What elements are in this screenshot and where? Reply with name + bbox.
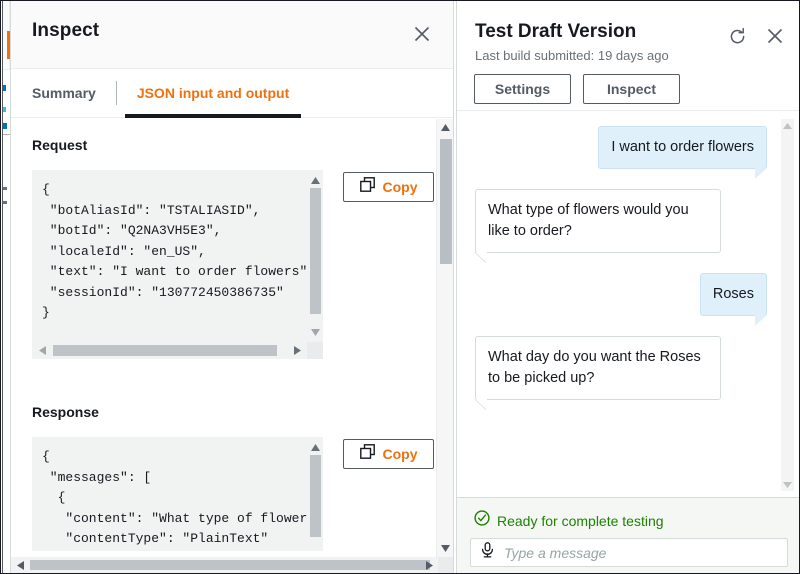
- chat-message: Roses: [475, 273, 767, 316]
- test-panel-header: Test Draft Version Last build submitted:…: [457, 1, 800, 111]
- test-draft-version-panel: Test Draft Version Last build submitted:…: [456, 1, 800, 573]
- scrollbar-thumb[interactable]: [310, 455, 321, 537]
- response-code-box[interactable]: { "messages": [ { "content": "What type …: [32, 437, 323, 551]
- scroll-right-icon[interactable]: [421, 557, 437, 573]
- app-window: Inspect Summary JSON input and output Re…: [0, 0, 800, 574]
- scroll-down-icon[interactable]: [437, 540, 454, 557]
- sliver-rule: [3, 134, 10, 135]
- inspect-button-label: Inspect: [607, 81, 656, 97]
- response-copy-button[interactable]: Copy: [343, 439, 434, 469]
- inspect-panel-body: Request { "botAliasId": "TSTALIASID", "b…: [11, 119, 454, 573]
- copy-icon: [360, 444, 375, 464]
- copy-button-label: Copy: [383, 179, 418, 195]
- sliver-divider: [3, 69, 10, 70]
- chat-bubble-bot: What day do you want the Roses to be pic…: [475, 336, 721, 400]
- request-heading: Request: [32, 137, 434, 153]
- chat-transcript: I want to order flowers What type of flo…: [457, 112, 800, 497]
- request-copy-button[interactable]: Copy: [343, 172, 434, 202]
- inspect-panel-horizontal-scrollbar[interactable]: [11, 557, 454, 573]
- copy-icon: [360, 177, 375, 197]
- chat-message: I want to order flowers: [475, 126, 767, 169]
- background-page-sliver: [1, 1, 10, 573]
- chat-message-list: I want to order flowers What type of flo…: [457, 112, 800, 400]
- request-horizontal-scrollbar[interactable]: [32, 342, 323, 359]
- page-title: Inspect: [32, 20, 99, 42]
- sliver-link-1: [3, 85, 6, 91]
- sliver-link-3: [3, 123, 7, 129]
- chat-bubble-bot: What type of flowers would you like to o…: [475, 189, 721, 253]
- response-heading: Response: [32, 404, 434, 420]
- chat-footer: Ready for complete testing Type a messag…: [457, 497, 800, 573]
- scroll-down-icon[interactable]: [781, 478, 794, 491]
- message-input-placeholder: Type a message: [504, 545, 606, 561]
- settings-button[interactable]: Settings: [474, 74, 571, 104]
- response-vertical-scrollbar[interactable]: [307, 437, 323, 551]
- scrollbar-thumb[interactable]: [310, 188, 321, 314]
- tab-summary[interactable]: Summary: [11, 69, 116, 117]
- scrollbar-corner: [307, 342, 323, 359]
- tab-summary-label: Summary: [32, 85, 96, 101]
- microphone-icon[interactable]: [481, 542, 494, 563]
- scroll-up-icon[interactable]: [307, 439, 323, 455]
- refresh-icon[interactable]: [726, 25, 748, 47]
- test-panel-title: Test Draft Version: [475, 21, 636, 43]
- request-vertical-scrollbar[interactable]: [307, 170, 323, 342]
- inspect-tabs: Summary JSON input and output: [11, 69, 453, 118]
- scroll-up-icon[interactable]: [437, 119, 454, 136]
- tab-json-label: JSON input and output: [137, 85, 289, 101]
- close-icon[interactable]: [409, 21, 435, 47]
- scroll-left-icon[interactable]: [12, 557, 28, 573]
- inspect-button[interactable]: Inspect: [583, 74, 680, 104]
- last-build-status: Last build submitted: 19 days ago: [475, 48, 669, 63]
- scroll-down-icon[interactable]: [307, 324, 323, 340]
- scroll-up-icon[interactable]: [307, 172, 323, 188]
- close-icon[interactable]: [764, 25, 786, 47]
- response-code-text: { "messages": [ { "content": "What type …: [32, 437, 307, 550]
- test-panel-buttons: Settings Inspect: [474, 74, 680, 104]
- request-code-text: { "botAliasId": "TSTALIASID", "botId": "…: [32, 170, 307, 324]
- request-row: { "botAliasId": "TSTALIASID", "botId": "…: [32, 170, 434, 359]
- scrollbar-thumb[interactable]: [30, 560, 430, 570]
- status-badge: Ready for complete testing: [474, 510, 664, 531]
- status-text: Ready for complete testing: [497, 513, 664, 529]
- scroll-right-icon[interactable]: [289, 342, 305, 359]
- settings-button-label: Settings: [495, 81, 550, 97]
- request-code-box[interactable]: { "botAliasId": "TSTALIASID", "botId": "…: [32, 170, 323, 342]
- tab-json-input-and-output[interactable]: JSON input and output: [117, 69, 309, 117]
- sliver-text-2: [3, 201, 7, 204]
- copy-button-label: Copy: [383, 446, 418, 462]
- message-input[interactable]: Type a message: [470, 538, 788, 567]
- sliver-left-border: [2, 1, 3, 573]
- inspect-panel: Inspect Summary JSON input and output Re…: [10, 1, 454, 573]
- scrollbar-corner: [438, 557, 454, 573]
- scroll-left-icon[interactable]: [34, 342, 50, 359]
- chat-message: What day do you want the Roses to be pic…: [475, 336, 767, 400]
- response-row: { "messages": [ { "content": "What type …: [32, 437, 434, 551]
- inspect-panel-vertical-scrollbar[interactable]: [436, 119, 453, 557]
- chat-bubble-user: Roses: [700, 273, 767, 316]
- chat-message: What type of flowers would you like to o…: [475, 189, 767, 253]
- sliver-text-1: [3, 187, 7, 190]
- inspect-panel-header: Inspect: [11, 1, 453, 69]
- inspect-content: Request { "botAliasId": "TSTALIASID", "b…: [11, 119, 454, 551]
- scroll-up-icon[interactable]: [781, 119, 794, 132]
- test-panel-header-actions: [726, 25, 786, 47]
- chat-bubble-user: I want to order flowers: [598, 126, 767, 169]
- scrollbar-thumb[interactable]: [53, 345, 277, 356]
- chat-vertical-scrollbar[interactable]: [781, 119, 794, 491]
- sliver-link-2: [3, 107, 6, 112]
- check-circle-icon: [474, 510, 490, 531]
- scrollbar-thumb[interactable]: [440, 139, 452, 264]
